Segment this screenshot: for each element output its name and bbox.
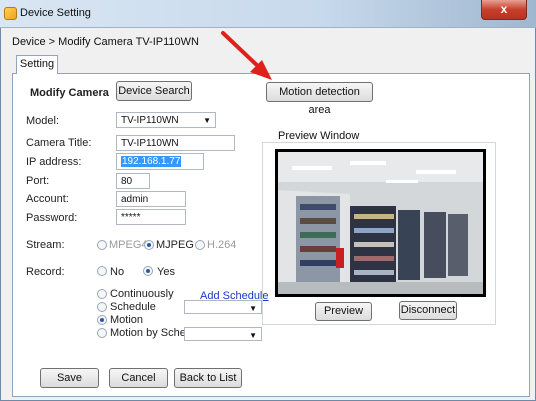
mode-schedule-radio[interactable] [97,302,107,312]
mode-continuously-label[interactable]: Continuously [110,288,174,300]
mode-schedule-label[interactable]: Schedule [110,301,156,313]
mode-motion-by-schedule-label[interactable]: Motion by Sched [110,327,192,339]
annotation-arrow-icon [221,31,272,80]
motion-schedule-select[interactable]: ▼ [184,327,262,341]
schedule-select[interactable]: ▼ [184,300,262,314]
camera-title-field[interactable]: TV-IP110WN [116,135,235,151]
stream-label: Stream: [26,239,65,251]
close-button[interactable]: x [481,0,527,20]
chevron-down-icon: ▼ [249,331,257,340]
breadcrumb: Device > Modify Camera TV-IP110WN [12,36,199,48]
back-to-list-button[interactable]: Back to List [174,368,242,388]
account-label: Account: [26,193,69,205]
mode-motion-radio[interactable] [97,315,107,325]
model-value: TV-IP110WN [121,115,179,126]
record-no-radio[interactable] [97,266,107,276]
cancel-button[interactable]: Cancel [109,368,168,388]
mode-motion-by-schedule-radio[interactable] [97,328,107,338]
password-field[interactable]: ***** [116,209,186,225]
preview-button[interactable]: Preview [315,302,372,321]
stream-mpeg4-label: MPEG4 [109,239,148,251]
record-yes-label[interactable]: Yes [157,266,175,278]
app-icon [4,7,17,20]
window-title: Device Setting [20,7,91,19]
record-label: Record: [26,266,65,278]
password-label: Password: [26,212,78,224]
preview-window-title: Preview Window [276,130,362,142]
modify-camera-heading: Modify Camera [30,87,109,99]
ip-address-value: 192.168.1.77 [121,156,182,167]
chevron-down-icon: ▼ [203,116,211,125]
stream-mjpeg-radio[interactable] [144,240,154,250]
motion-detection-area-button[interactable]: Motion detection area [266,82,373,116]
save-button[interactable]: Save [40,368,99,388]
device-search-button[interactable]: Device Search [116,81,192,101]
tab-setting[interactable]: Setting [16,55,58,74]
model-select[interactable]: TV-IP110WN ▼ [116,112,216,128]
stream-mjpeg-label[interactable]: MJPEG [156,239,194,251]
account-field[interactable]: admin [116,191,186,207]
record-yes-radio[interactable] [143,266,153,276]
mode-motion-label[interactable]: Motion [110,314,143,326]
stream-mpeg4-radio [97,240,107,250]
port-label: Port: [26,175,50,187]
ip-address-label: IP address: [26,156,82,168]
ip-address-field[interactable]: 192.168.1.77 [116,153,204,170]
mode-continuously-radio[interactable] [97,289,107,299]
camera-preview-image [275,149,486,297]
port-field[interactable]: 80 [116,173,150,189]
stream-h264-radio [195,240,205,250]
record-no-label[interactable]: No [110,266,124,278]
camera-title-label: Camera Title: [26,137,92,149]
chevron-down-icon: ▼ [249,304,257,313]
disconnect-button[interactable]: Disconnect [399,301,457,320]
stream-h264-label: H.264 [207,239,237,251]
model-label: Model: [26,115,60,127]
